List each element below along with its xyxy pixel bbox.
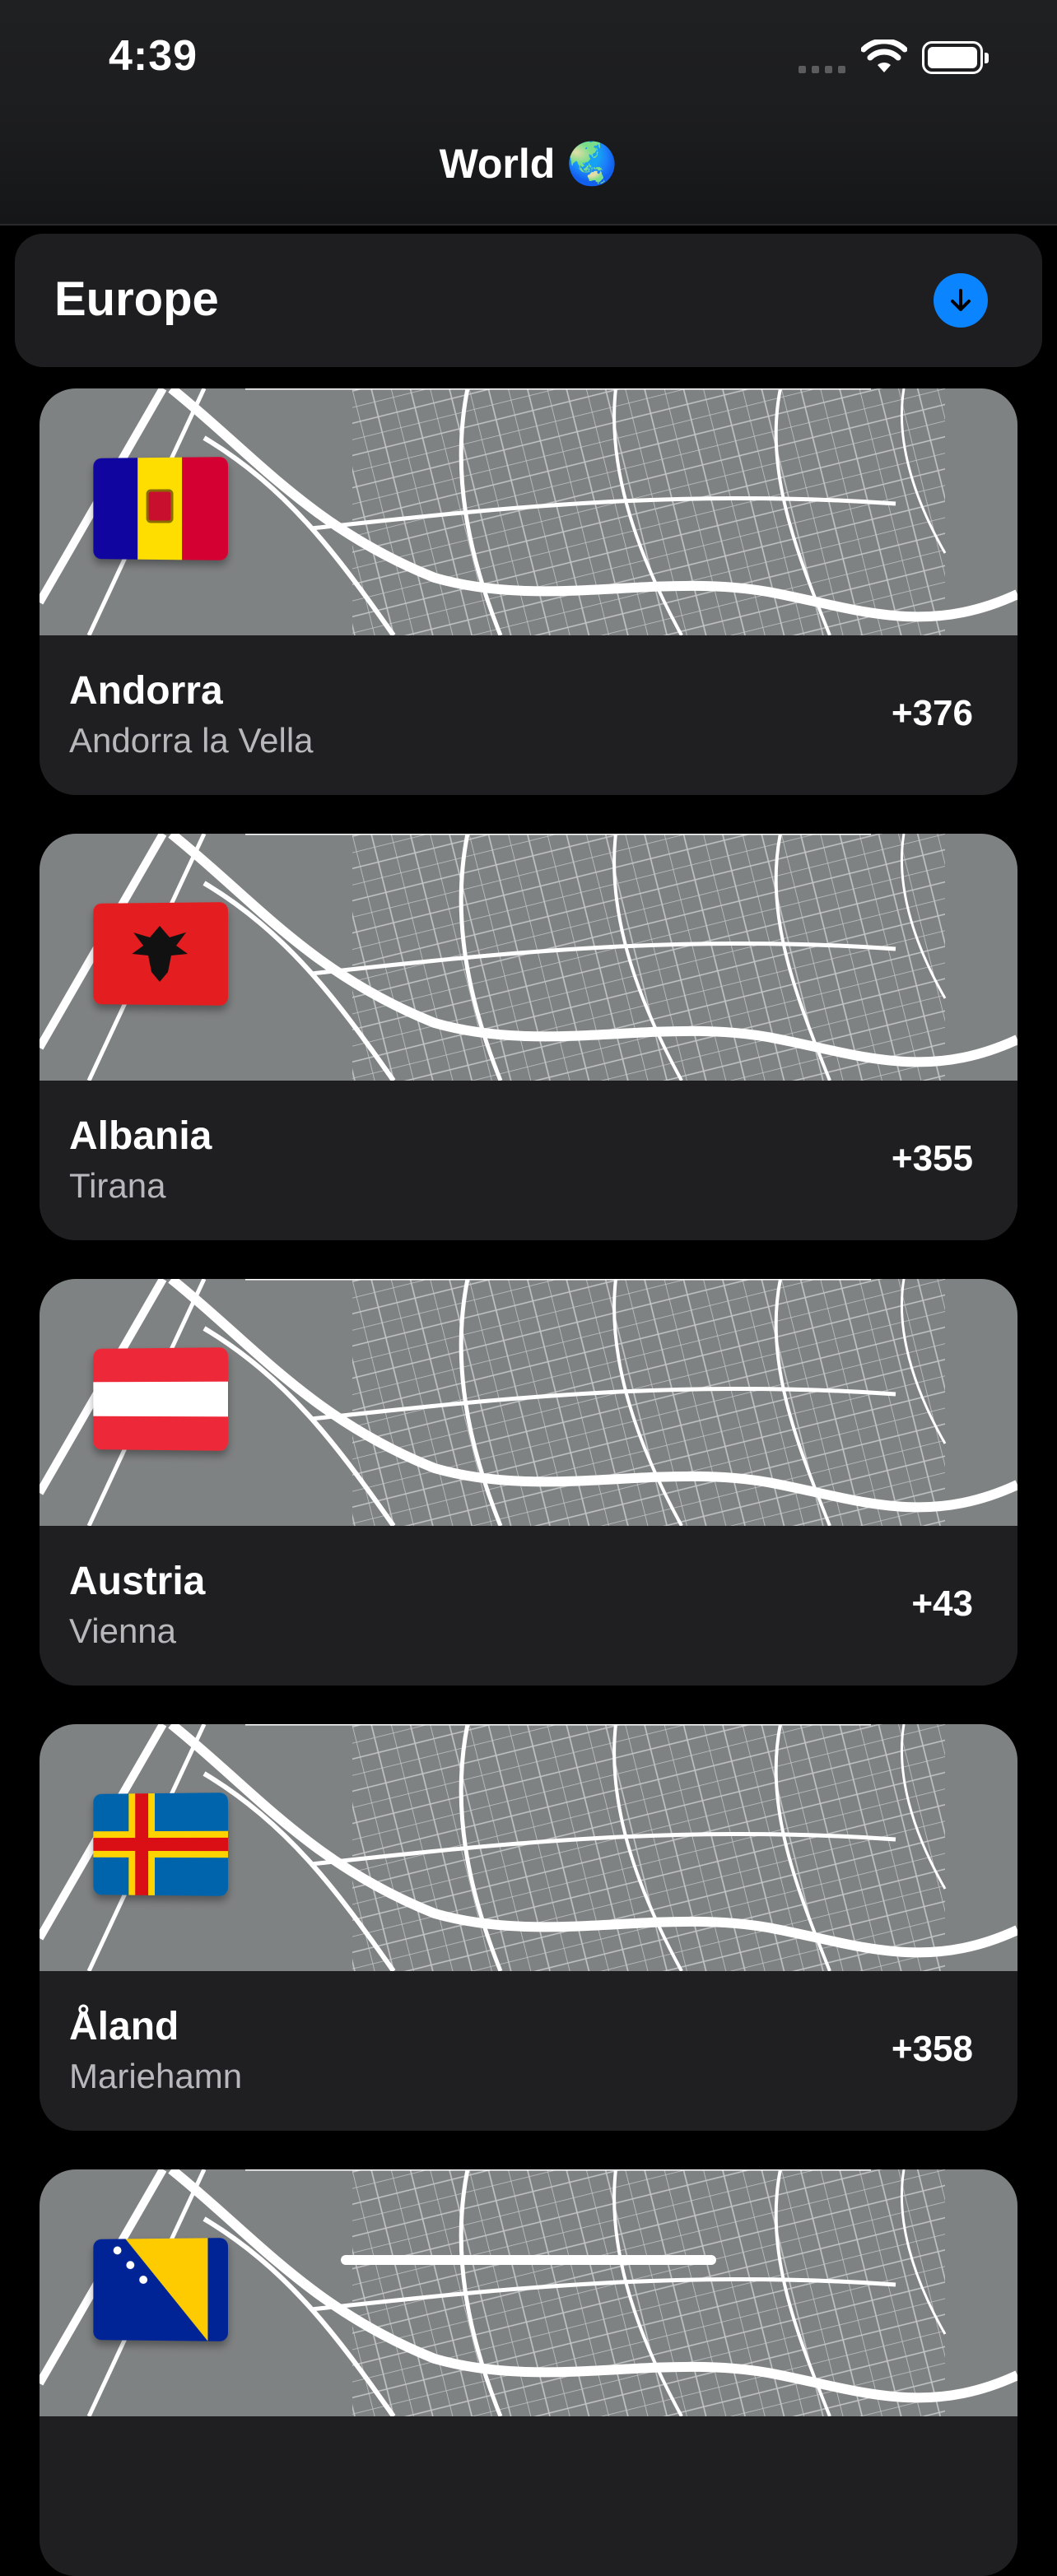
capital-name: Vienna [69,1611,177,1650]
map-image [40,1279,1017,1526]
flag-bosnia-icon [93,2238,228,2341]
dial-code: +376 [891,693,973,733]
status-bar: 4:39 [0,0,1057,115]
capital-name: Tirana [69,1166,166,1205]
country-name: Åland [69,2005,179,2048]
country-card[interactable] [40,2169,1017,2576]
flag-albania-icon [93,902,228,1006]
country-card[interactable]: Austria Vienna +43 [40,1279,1017,1686]
page-title: World 🌏 [439,141,618,187]
flag-austria-icon [93,1347,228,1451]
cellular-signal-icon [799,66,845,73]
map-image [40,388,1017,635]
navigation-bar: World 🌏 [0,115,1057,226]
country-card[interactable]: Åland Mariehamn +358 [40,1724,1017,2131]
country-card[interactable]: Albania Tirana +355 [40,834,1017,1240]
home-indicator[interactable] [341,2255,716,2265]
capital-name: Andorra la Vella [69,721,314,760]
status-time: 4:39 [109,32,198,80]
battery-icon [922,41,989,74]
dial-code: +355 [891,1138,973,1179]
arrow-down-icon [951,289,971,311]
country-name: Andorra [69,669,223,713]
country-name: Austria [69,1560,206,1603]
download-button[interactable] [934,273,988,328]
flag-andorra-icon [93,457,228,560]
section-header[interactable]: Europe [15,234,1042,367]
dial-code: +358 [891,2029,973,2069]
country-name: Albania [69,1114,212,1158]
map-image [40,2169,1017,2416]
dial-code: +43 [911,1583,973,1624]
map-image [40,1724,1017,1971]
map-image [40,834,1017,1081]
section-title: Europe [54,272,219,326]
wifi-icon [861,40,907,72]
capital-name: Mariehamn [69,2057,243,2095]
country-card[interactable]: Andorra Andorra la Vella +376 [40,388,1017,795]
flag-aland-icon [93,1793,228,1896]
